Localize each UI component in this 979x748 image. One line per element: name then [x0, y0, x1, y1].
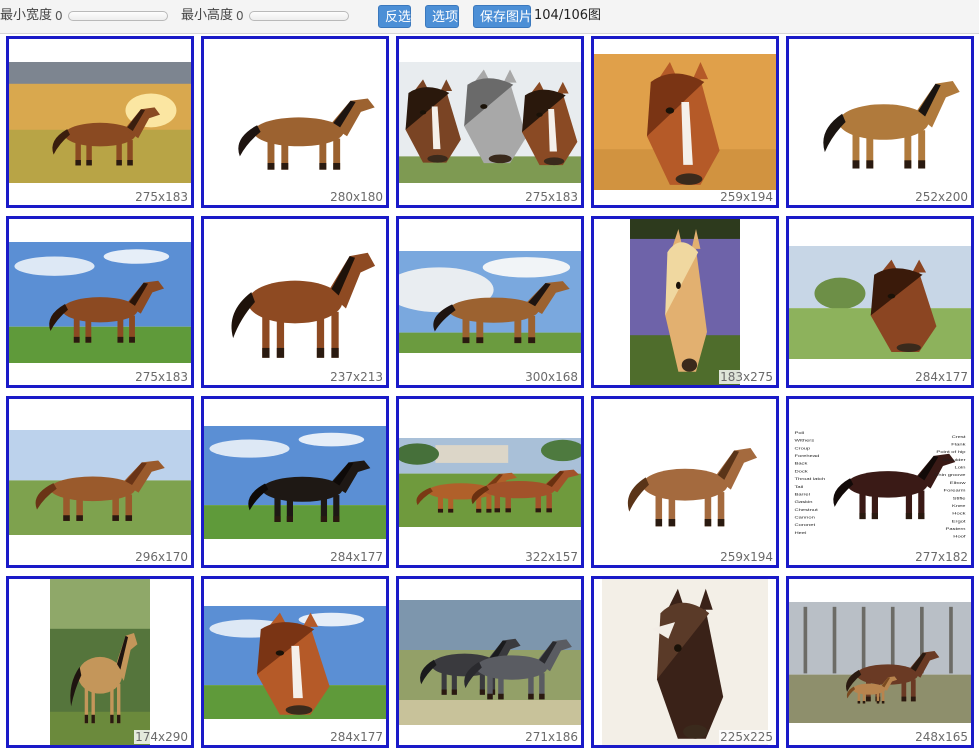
anatomy-label: Chestnut	[794, 508, 818, 513]
image-dimensions: 183x275	[719, 370, 774, 384]
horse-photo	[594, 54, 776, 190]
anatomy-label: Back	[794, 462, 808, 467]
min-width-label: 最小宽度	[0, 8, 53, 23]
horse-photo	[204, 606, 386, 719]
image-dimensions: 225x225	[719, 730, 774, 744]
image-thumbnail[interactable]: 225x225	[591, 576, 779, 748]
anatomy-label: Ergot	[952, 519, 967, 524]
image-thumbnail[interactable]: 183x275	[591, 216, 779, 388]
anatomy-label: Pastern	[946, 527, 966, 532]
image-dimensions: 300x168	[524, 370, 579, 384]
image-dimensions: 248x165	[914, 730, 969, 744]
image-count: 104/106图	[534, 8, 602, 23]
image-thumbnail[interactable]: Poll Crest Withers Flank Croup Point of hip Fo…	[786, 396, 974, 568]
anatomy-label: Withers	[794, 439, 814, 444]
image-thumbnail[interactable]: 237x213	[201, 216, 389, 388]
horse-photo	[399, 62, 581, 183]
image-thumbnail[interactable]: 284x177	[201, 396, 389, 568]
horse-photo	[9, 62, 191, 183]
image-dimensions: 296x170	[134, 550, 189, 564]
image-dimensions: 252x200	[914, 190, 969, 204]
image-thumbnail[interactable]: 174x290	[6, 576, 194, 748]
horse-photo	[399, 438, 581, 527]
anatomy-label: Forehead	[794, 454, 819, 459]
image-thumbnail[interactable]: 248x165	[786, 576, 974, 748]
horse-photo	[630, 219, 740, 385]
anatomy-label: Poll	[794, 431, 804, 436]
image-thumbnail[interactable]: 275x183	[6, 36, 194, 208]
image-thumbnail[interactable]: 322x157	[396, 396, 584, 568]
anatomy-label: Crest	[952, 435, 967, 440]
image-thumbnail[interactable]: 284x177	[201, 576, 389, 748]
anatomy-label: Chin groove	[934, 473, 966, 478]
horse-photo	[594, 414, 776, 550]
anatomy-label: Elbow	[950, 481, 966, 486]
toolbar: 最小宽度 0 最小高度 0 反选 选项 保存图片 104/106图	[0, 0, 979, 34]
anatomy-label: Knee	[952, 504, 966, 509]
anatomy-label: Dock	[794, 469, 808, 474]
horse-photo	[9, 242, 191, 363]
image-dimensions: 284x177	[914, 370, 969, 384]
image-dimensions: 322x157	[524, 550, 579, 564]
image-thumbnail[interactable]: 275x183	[396, 36, 584, 208]
anatomy-label: Coronet	[794, 523, 815, 528]
image-thumbnail[interactable]: 259x194	[591, 36, 779, 208]
anatomy-label: Barrel	[794, 492, 810, 497]
image-thumbnail[interactable]: 284x177	[786, 216, 974, 388]
image-dimensions: 275x183	[524, 190, 579, 204]
image-thumbnail[interactable]: 252x200	[786, 36, 974, 208]
min-width-value: 0	[55, 9, 63, 23]
anatomy-label: Throat latch	[794, 477, 825, 482]
horse-photo	[399, 251, 581, 353]
anatomy-label: Heel	[794, 531, 806, 536]
horse-photo	[602, 579, 768, 745]
image-dimensions: 280x180	[329, 190, 384, 204]
image-dimensions: 259x194	[719, 550, 774, 564]
anatomy-label: Shoulder	[942, 458, 966, 463]
image-thumbnail[interactable]: 259x194	[591, 396, 779, 568]
anatomy-label: Flank	[951, 442, 966, 447]
min-width-slider[interactable]	[68, 11, 168, 21]
horse-photo: Poll Crest Withers Flank Croup Point of hip Fo…	[789, 422, 971, 542]
anatomy-label: Tail	[794, 485, 803, 490]
image-thumbnail[interactable]: 271x186	[396, 576, 584, 748]
min-height-value: 0	[236, 9, 244, 23]
image-thumbnail[interactable]: 296x170	[6, 396, 194, 568]
anatomy-label: Hoof	[953, 535, 966, 540]
image-dimensions: 284x177	[329, 550, 384, 564]
horse-photo	[204, 220, 386, 384]
save-images-button[interactable]: 保存图片	[473, 5, 532, 28]
anatomy-label: Gaskin	[794, 500, 812, 505]
horse-photo	[9, 430, 191, 535]
anatomy-label: Stifle	[953, 496, 966, 501]
image-thumbnail[interactable]: 280x180	[201, 36, 389, 208]
horse-photo	[204, 64, 386, 181]
horse-photo	[50, 579, 150, 745]
horse-photo	[789, 246, 971, 359]
horse-photo	[789, 602, 971, 723]
anatomy-label: Loin	[955, 465, 966, 470]
image-dimensions: 284x177	[329, 730, 384, 744]
image-thumbnail[interactable]: 275x183	[6, 216, 194, 388]
horse-photo	[789, 50, 971, 194]
anatomy-label: Forearm	[944, 488, 966, 493]
anatomy-label: Hock	[952, 512, 966, 517]
min-height-label: 最小高度	[181, 8, 234, 23]
image-dimensions: 174x290	[134, 730, 189, 744]
image-dimensions: 277x182	[914, 550, 969, 564]
image-dimensions: 275x183	[134, 370, 189, 384]
min-height-slider[interactable]	[249, 11, 349, 21]
invert-selection-button[interactable]: 反选	[378, 5, 411, 28]
horse-photo	[204, 426, 386, 539]
image-dimensions: 259x194	[719, 190, 774, 204]
anatomy-label: Point of hip	[936, 450, 965, 455]
horse-photo	[399, 600, 581, 725]
image-thumbnail[interactable]: 300x168	[396, 216, 584, 388]
anatomy-label: Cannon	[794, 515, 815, 520]
options-button[interactable]: 选项	[425, 5, 459, 28]
image-dimensions: 275x183	[134, 190, 189, 204]
image-dimensions: 271x186	[524, 730, 579, 744]
image-dimensions: 237x213	[329, 370, 384, 384]
anatomy-label: Croup	[794, 446, 810, 451]
